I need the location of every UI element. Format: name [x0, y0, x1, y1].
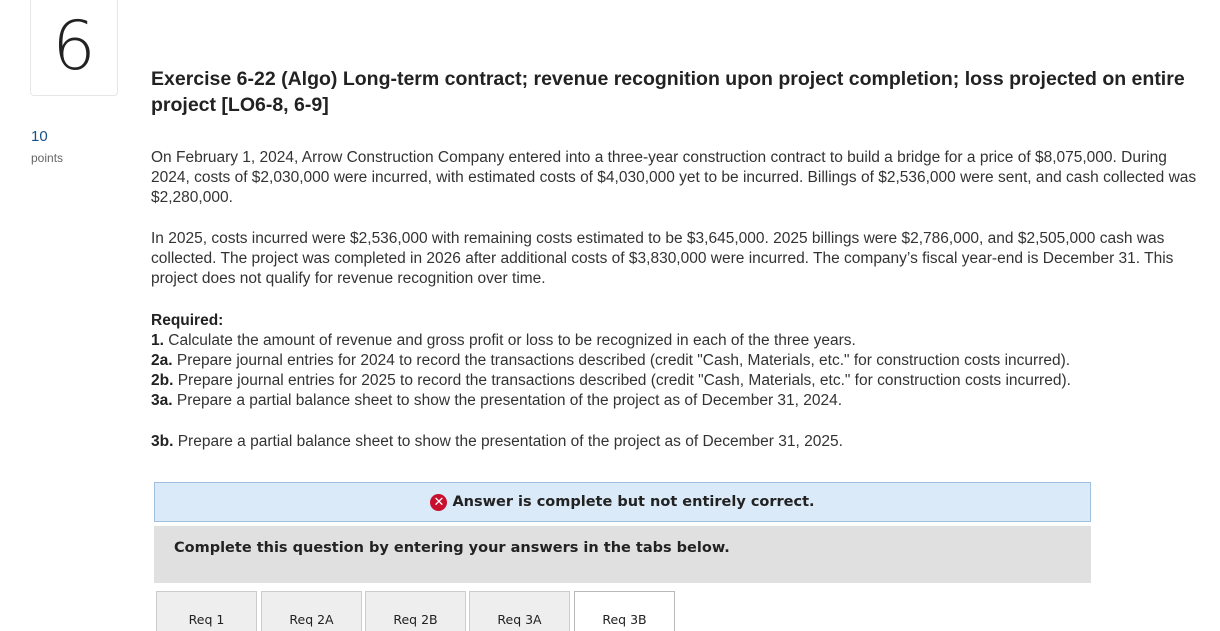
answer-status-text: Answer is complete but not entirely corr…: [452, 494, 815, 510]
points-value: 10: [31, 128, 48, 145]
requirement-item: 3b. Prepare a partial balance sheet to s…: [151, 432, 1201, 452]
problem-paragraph-2: In 2025, costs incurred were $2,536,000 …: [151, 230, 1174, 287]
requirement-text: Prepare a partial balance sheet to show …: [177, 433, 843, 450]
tab-req-2a[interactable]: Req 2A: [261, 591, 362, 631]
question-page: 6 10 points Exercise 6-22 (Algo) Long-te…: [0, 0, 1220, 631]
exercise-title: Exercise 6-22 (Algo) Long-term contract;…: [151, 68, 1185, 116]
requirement-item: 3a. Prepare a partial balance sheet to s…: [151, 391, 1201, 411]
tab-req-2b[interactable]: Req 2B: [365, 591, 466, 631]
required-section: Required: 1. Calculate the amount of rev…: [151, 311, 1201, 452]
answer-status-alert: ✕ Answer is complete but not entirely co…: [154, 482, 1091, 522]
question-content: Exercise 6-22 (Algo) Long-term contract;…: [151, 66, 1201, 452]
question-number-box: 6: [30, 0, 118, 96]
requirement-item: 2b. Prepare journal entries for 2025 to …: [151, 371, 1201, 391]
tab-instructions: Complete this question by entering your …: [154, 526, 1091, 583]
requirement-text: Prepare a partial balance sheet to show …: [176, 392, 843, 409]
tab-req-3b[interactable]: Req 3B: [574, 591, 675, 631]
tab-req-1[interactable]: Req 1: [156, 591, 257, 631]
problem-paragraph-1: On February 1, 2024, Arrow Construction …: [151, 149, 1197, 206]
requirement-number: 2b.: [151, 372, 174, 389]
question-number: 6: [52, 7, 96, 86]
points-label: points: [31, 151, 64, 165]
error-x-icon: ✕: [430, 493, 448, 511]
requirement-text: Prepare journal entries for 2025 to reco…: [177, 372, 1071, 389]
requirement-number: 3b.: [151, 433, 174, 450]
tab-req-3a[interactable]: Req 3A: [469, 591, 570, 631]
requirement-text: Calculate the amount of revenue and gros…: [168, 332, 856, 349]
requirement-number: 1.: [151, 332, 164, 349]
requirement-item: 2a. Prepare journal entries for 2024 to …: [151, 351, 1201, 371]
requirement-number: 2a.: [151, 352, 173, 369]
requirement-item: 1. Calculate the amount of revenue and g…: [151, 331, 1201, 351]
requirement-number: 3a.: [151, 392, 173, 409]
required-heading: Required:: [151, 312, 224, 329]
requirement-text: Prepare journal entries for 2024 to reco…: [176, 352, 1071, 369]
